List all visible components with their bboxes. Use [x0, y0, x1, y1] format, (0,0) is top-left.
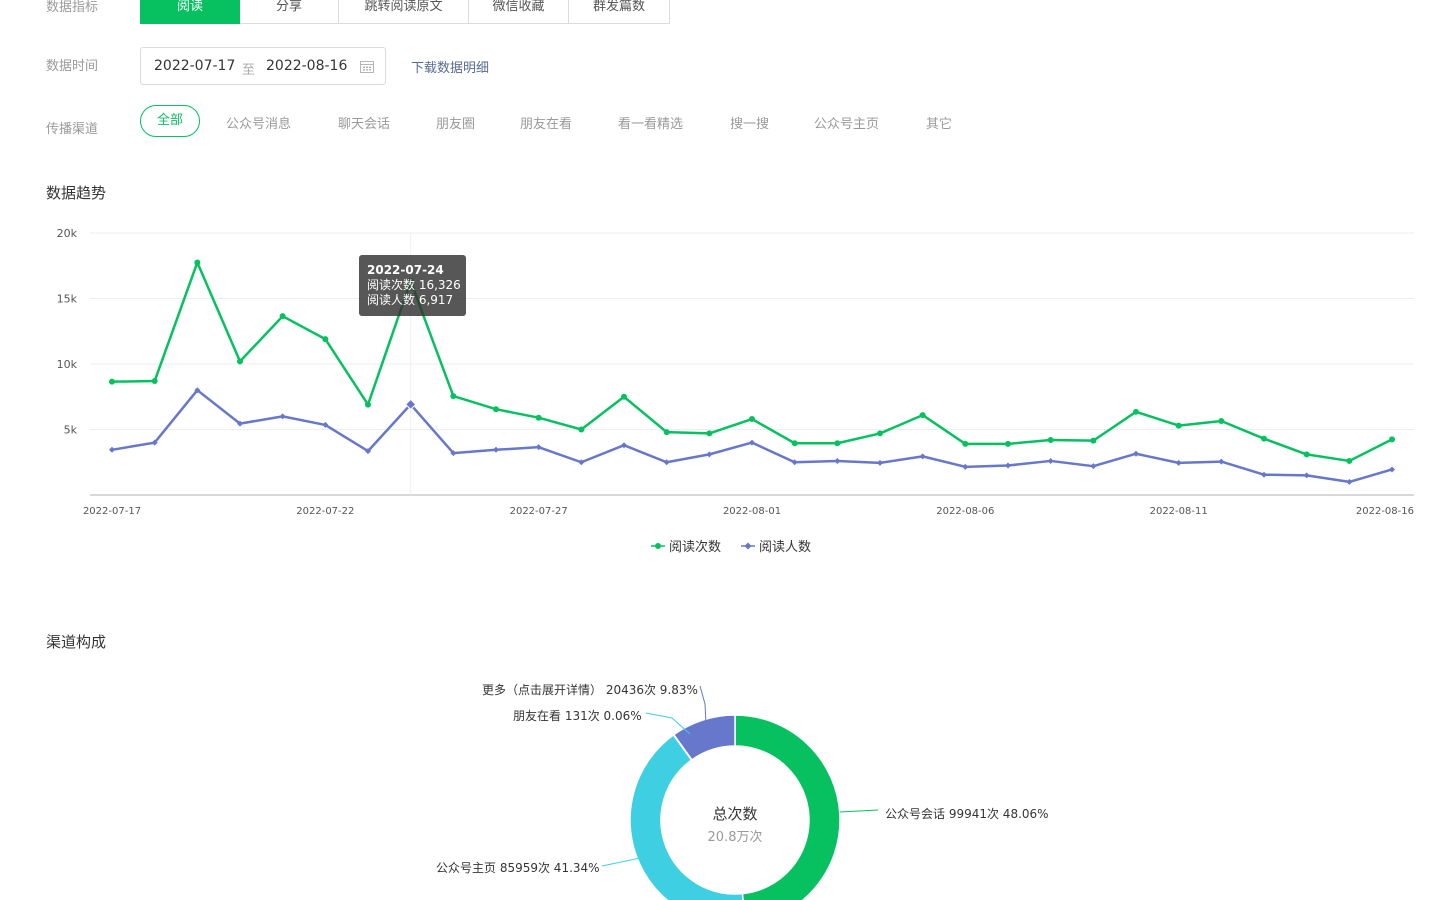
data-point	[749, 416, 755, 423]
data-point	[834, 440, 841, 447]
data-point	[1261, 471, 1267, 478]
channel-donut-chart[interactable]	[0, 640, 1430, 900]
x-tick-label: 2022-07-22	[296, 506, 354, 517]
data-point	[706, 430, 713, 437]
data-point	[1047, 436, 1054, 443]
data-point	[791, 440, 798, 447]
data-point	[706, 451, 713, 458]
data-point	[1133, 408, 1139, 415]
legend-read-count[interactable]: 阅读次数	[669, 536, 721, 555]
data-point	[1303, 451, 1310, 458]
slice-label-more[interactable]: 更多（点击展开详情） 20436次 9.83%	[482, 681, 698, 698]
data-point	[1389, 436, 1395, 443]
chart-tooltip: 2022-07-24 阅读次数 16,326 阅读人数 6,917	[359, 255, 466, 316]
legend-reader-count-icon	[741, 542, 756, 549]
data-point	[535, 414, 542, 421]
data-point	[1133, 450, 1139, 457]
data-point	[877, 459, 883, 466]
data-point	[1175, 459, 1182, 466]
slice-label-friends-watching[interactable]: 朋友在看 131次 0.06%	[513, 707, 642, 724]
chart-legend: 阅读次数 阅读人数	[651, 536, 811, 555]
data-point	[237, 358, 243, 365]
leader-line	[601, 857, 641, 867]
data-point	[1175, 422, 1182, 429]
data-point	[834, 457, 841, 464]
data-point	[621, 393, 627, 400]
data-point	[1261, 435, 1267, 442]
series-line-read-count	[111, 261, 1393, 463]
tooltip-date: 2022-07-24	[367, 263, 444, 277]
data-point	[663, 429, 670, 436]
data-point	[151, 378, 158, 385]
x-tick-label: 2022-07-17	[83, 506, 141, 517]
donut-center-value: 20.8万次	[707, 830, 763, 845]
y-tick-label: 20k	[57, 227, 78, 240]
data-point	[1218, 417, 1225, 424]
data-point	[109, 446, 115, 453]
data-point	[450, 393, 457, 400]
data-point	[1090, 437, 1097, 444]
x-tick-label: 2022-08-01	[723, 506, 781, 517]
trend-line-chart[interactable]: 5k 10k 15k 20k 2022-07-17 2022-07-22 2022-07-2…	[0, 0, 1430, 560]
legend-read-count-icon	[651, 542, 665, 549]
x-tick-label: 2022-08-16	[1356, 506, 1414, 517]
data-point	[1047, 457, 1054, 464]
data-point	[365, 401, 371, 408]
x-tick-label: 2022-08-06	[936, 506, 994, 517]
legend-reader-count[interactable]: 阅读人数	[759, 536, 811, 555]
tooltip-read-count: 阅读次数 16,326	[367, 278, 461, 292]
tooltip-reader-count: 阅读人数 6,917	[367, 293, 454, 307]
data-point	[1005, 440, 1011, 447]
data-point	[578, 426, 585, 433]
y-tick-label: 10k	[57, 358, 78, 371]
data-point	[1218, 458, 1225, 465]
data-point	[1346, 457, 1353, 464]
y-tick-label: 5k	[64, 424, 78, 437]
data-point	[279, 413, 286, 420]
x-tick-label: 2022-07-27	[510, 506, 568, 517]
data-point	[1303, 472, 1310, 479]
leader-line	[839, 809, 879, 813]
data-point	[962, 440, 969, 447]
data-point	[919, 453, 926, 460]
leader-line	[699, 685, 707, 725]
data-point	[877, 430, 883, 437]
data-point	[1346, 478, 1353, 485]
y-tick-label: 15k	[57, 293, 78, 306]
donut-center-title: 总次数	[712, 805, 758, 823]
series-line-reader-count	[111, 388, 1393, 484]
data-point	[279, 313, 286, 320]
data-point	[493, 406, 499, 413]
x-tick-label: 2022-08-11	[1150, 506, 1208, 517]
data-point	[919, 412, 926, 419]
data-point	[493, 446, 499, 453]
data-point	[1389, 466, 1395, 473]
data-point	[962, 463, 969, 470]
data-point	[1090, 463, 1097, 470]
data-point	[1005, 462, 1011, 469]
data-point	[194, 259, 201, 266]
slice-label-official-chat[interactable]: 公众号会话 99941次 48.06%	[885, 805, 1049, 822]
slice-label-official-homepage[interactable]: 公众号主页 85959次 41.34%	[436, 859, 600, 876]
data-point	[322, 336, 329, 343]
data-point	[535, 444, 542, 451]
data-point	[109, 378, 115, 385]
